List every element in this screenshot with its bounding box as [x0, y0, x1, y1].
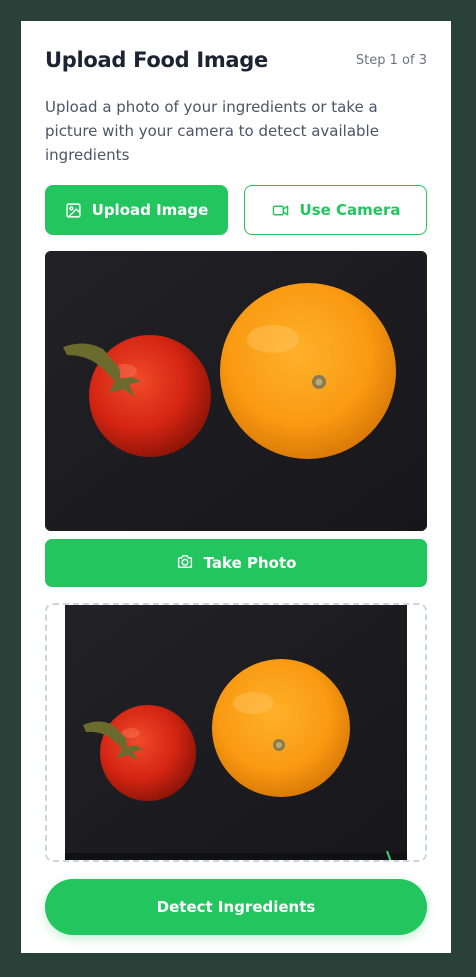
page-description: Upload a photo of your ingredients or ta…: [45, 98, 379, 164]
captured-photo: [65, 605, 407, 860]
captured-image-dropzone[interactable]: [45, 603, 427, 862]
image-icon: [65, 202, 82, 219]
use-camera-button[interactable]: Use Camera: [244, 185, 427, 235]
video-camera-icon: [271, 202, 290, 219]
page-title: Upload Food Image: [45, 48, 268, 72]
upload-card: Upload Food Image Step 1 of 3 Upload a p…: [21, 21, 451, 953]
upload-image-label: Upload Image: [91, 201, 209, 219]
camera-preview-image: [45, 251, 427, 531]
detect-ingredients-button[interactable]: Detect Ingredients: [45, 879, 427, 935]
camera-icon: [176, 553, 194, 574]
take-photo-button[interactable]: Take Photo: [45, 539, 427, 587]
step-indicator: Step 1 of 3: [355, 52, 427, 68]
source-buttons: Upload Image Use Camera: [45, 185, 427, 235]
card-header: Upload Food Image Step 1 of 3: [45, 43, 427, 77]
use-camera-label: Use Camera: [299, 201, 401, 219]
upload-image-button[interactable]: Upload Image: [45, 185, 228, 235]
take-photo-label: Take Photo: [203, 554, 297, 572]
